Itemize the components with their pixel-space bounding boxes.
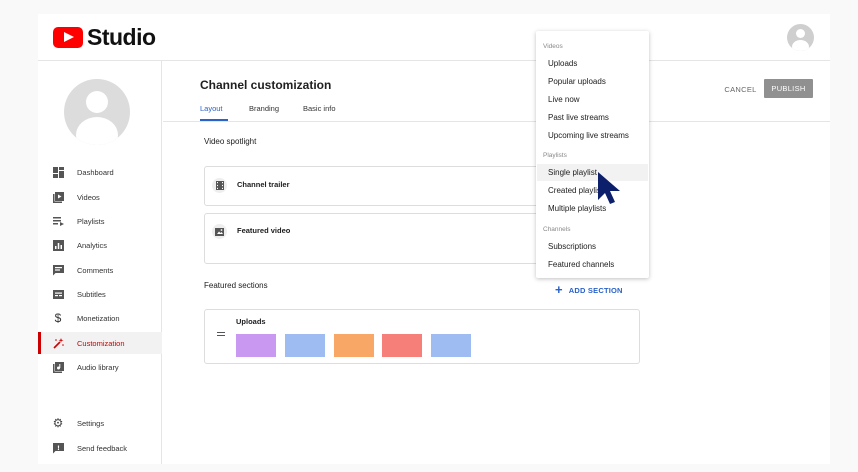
uploads-section-label: Uploads: [236, 317, 266, 326]
sidebar-item-playlists[interactable]: Playlists: [38, 210, 162, 232]
audio-library-icon: [52, 361, 64, 373]
menu-item-subscriptions[interactable]: Subscriptions: [537, 238, 648, 255]
sidebar-item-label: Audio library: [77, 362, 119, 372]
sidebar-item-label: Comments: [77, 265, 114, 275]
menu-item-popular-uploads[interactable]: Popular uploads: [537, 73, 648, 90]
drag-handle-icon[interactable]: [217, 332, 225, 336]
account-avatar[interactable]: [787, 24, 814, 51]
sidebar-item-comments[interactable]: Comments: [38, 259, 162, 281]
featured-sections-title: Featured sections: [204, 281, 268, 290]
featured-video-icon: [212, 224, 227, 239]
sidebar-item-label: Subtitles: [77, 289, 106, 299]
video-thumbnail: [236, 334, 276, 357]
video-thumbnail: [382, 334, 422, 357]
sidebar-item-label: Analytics: [77, 240, 108, 250]
sidebar-item-customization[interactable]: Customization: [38, 332, 162, 354]
menu-item-uploads[interactable]: Uploads: [537, 55, 648, 72]
mouse-pointer-icon: [598, 172, 620, 204]
page-title: Channel customization: [200, 78, 332, 92]
cancel-button[interactable]: CANCEL: [718, 80, 763, 98]
sidebar-item-audio-library[interactable]: Audio library: [38, 356, 162, 378]
studio-logo[interactable]: Studio: [53, 24, 156, 51]
publish-button[interactable]: PUBLISH: [764, 79, 813, 98]
sidebar-item-settings[interactable]: ⚙ Settings: [38, 412, 162, 434]
analytics-icon: [52, 239, 64, 251]
dollar-icon: $: [54, 310, 62, 325]
playlists-icon: [52, 216, 64, 227]
menu-item-live-now[interactable]: Live now: [537, 91, 648, 108]
plus-icon: +: [555, 282, 563, 297]
sidebar-item-dashboard[interactable]: Dashboard: [38, 161, 162, 183]
add-section-button[interactable]: + ADD SECTION: [555, 282, 623, 297]
channel-trailer-label: Channel trailer: [237, 180, 290, 189]
magic-wand-icon: [52, 337, 64, 349]
tabs-divider: [163, 121, 830, 122]
menu-item-created-playlists[interactable]: Created playlists: [537, 182, 648, 199]
add-section-label: ADD SECTION: [568, 285, 623, 295]
tab-layout[interactable]: Layout: [200, 104, 223, 113]
menu-item-featured-channels[interactable]: Featured channels: [537, 256, 648, 273]
sidebar-item-send-feedback[interactable]: ! Send feedback: [38, 437, 162, 459]
video-thumbnail: [431, 334, 471, 357]
video-spotlight-title: Video spotlight: [204, 137, 257, 146]
videos-icon: [52, 191, 64, 203]
film-icon: [212, 178, 227, 193]
menu-item-multiple-playlists[interactable]: Multiple playlists: [537, 200, 648, 217]
menu-item-upcoming-live-streams[interactable]: Upcoming live streams: [537, 127, 648, 144]
studio-logo-text: Studio: [87, 24, 156, 50]
menu-header-channels: Channels: [543, 226, 571, 233]
menu-header-playlists: Playlists: [543, 152, 567, 159]
feedback-icon: !: [52, 442, 64, 454]
sidebar-item-analytics[interactable]: Analytics: [38, 234, 162, 256]
svg-text:!: !: [57, 443, 60, 451]
video-thumbnail: [285, 334, 325, 357]
sidebar-item-label: Customization: [77, 338, 125, 348]
dashboard-icon: [52, 166, 64, 178]
sidebar-item-label: Playlists: [77, 216, 105, 226]
sidebar-item-subtitles[interactable]: Subtitles: [38, 283, 162, 305]
subtitles-icon: [52, 289, 64, 300]
comments-icon: [52, 264, 64, 276]
sidebar-item-label: Send feedback: [77, 443, 128, 453]
sidebar-item-label: Settings: [77, 418, 105, 428]
sidebar-item-label: Dashboard: [77, 167, 114, 177]
menu-item-past-live-streams[interactable]: Past live streams: [537, 109, 648, 126]
sidebar-item-label: Videos: [77, 192, 100, 202]
menu-header-videos: Videos: [543, 43, 563, 50]
channel-avatar[interactable]: [64, 79, 130, 145]
sidebar-item-label: Monetization: [77, 313, 120, 323]
sidebar-item-monetization[interactable]: $ Monetization: [38, 307, 162, 329]
featured-video-card[interactable]: [204, 213, 544, 264]
menu-item-single-playlist[interactable]: Single playlist: [537, 164, 648, 181]
gear-icon: ⚙: [52, 415, 64, 430]
featured-video-label: Featured video: [237, 226, 291, 235]
tab-basic-info[interactable]: Basic info: [303, 104, 336, 113]
tab-branding[interactable]: Branding: [249, 104, 279, 113]
youtube-logo-icon: [53, 27, 83, 48]
video-thumbnail: [334, 334, 374, 357]
sidebar-item-videos[interactable]: Videos: [38, 186, 162, 208]
